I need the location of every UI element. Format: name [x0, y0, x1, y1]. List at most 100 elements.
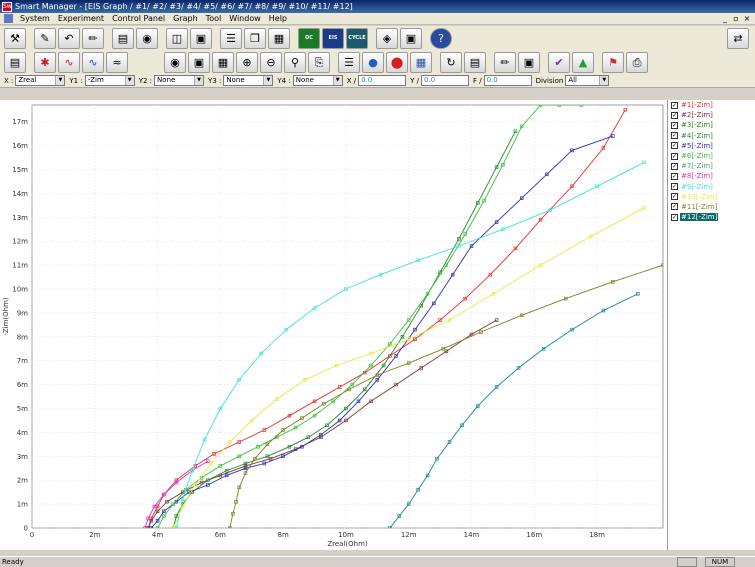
legend-item[interactable]: ✓ #5[-Zim]	[668, 141, 755, 151]
zoom-in-icon[interactable]: ⊕	[236, 51, 258, 73]
y-tick-label: 4m	[17, 429, 28, 437]
rotate-icon[interactable]: ↻	[440, 51, 462, 73]
menu-tool[interactable]: Tool	[202, 13, 226, 25]
y-tick-label: 1m	[17, 501, 28, 509]
panel-icon[interactable]: ◫	[166, 27, 188, 49]
legend-checkbox[interactable]: ✓	[671, 101, 678, 109]
usb-icon[interactable]: ⇄	[727, 27, 749, 49]
menu-system[interactable]: System	[16, 13, 54, 25]
menu-control-panel[interactable]: Control Panel	[108, 13, 169, 25]
x-axis-select[interactable]: Zreal ▼	[15, 75, 66, 86]
legend-item[interactable]: ✓ #1[-Zim]	[668, 100, 755, 110]
y3-axis-label: Y3 :	[208, 76, 222, 85]
chevron-down-icon: ▼	[332, 76, 342, 85]
legend-item[interactable]: ✓ #4[-Zim]	[668, 131, 755, 141]
copy-icon[interactable]: ❐	[244, 27, 266, 49]
legend-checkbox[interactable]: ✓	[671, 203, 678, 211]
legend-label: #4[-Zim]	[681, 131, 713, 140]
legend-item[interactable]: ✓ #2[-Zim]	[668, 110, 755, 120]
edit-icon[interactable]: ✎	[34, 27, 56, 49]
globe-icon[interactable]: ●	[362, 51, 384, 73]
menu-graph[interactable]: Graph	[169, 13, 202, 25]
legend-checkbox[interactable]: ✓	[671, 162, 678, 170]
legend-checkbox[interactable]: ✓	[671, 132, 678, 140]
legend-checkbox[interactable]: ✓	[671, 121, 678, 129]
wave-icon[interactable]: ≈	[106, 51, 128, 73]
restore-icon[interactable]: ▫	[732, 14, 740, 24]
stop-icon[interactable]: ⬤	[386, 51, 408, 73]
legend-item[interactable]: ✓ #11[-Zim]	[668, 202, 755, 212]
pencil-icon[interactable]: ✏	[82, 27, 104, 49]
chart-icon[interactable]: ▤	[112, 27, 134, 49]
y4-axis-select[interactable]: None ▼	[292, 75, 343, 86]
star-icon[interactable]: ✱	[34, 51, 56, 73]
ev-icon[interactable]: ▲	[572, 51, 594, 73]
table-icon[interactable]: ▦	[268, 27, 290, 49]
status-pane	[677, 557, 697, 567]
freq-field[interactable]: 0.0	[483, 75, 532, 86]
legend-checkbox[interactable]: ✓	[671, 172, 678, 180]
palette-icon[interactable]: ◈	[376, 27, 398, 49]
legend-icon[interactable]: ☰	[338, 51, 360, 73]
zoom-box-icon[interactable]: ▦	[212, 51, 234, 73]
legend-item[interactable]: ✓ #9[-Zim]	[668, 182, 755, 192]
y-tick-label: 13m	[12, 214, 28, 222]
legend-checkbox[interactable]: ✓	[671, 213, 678, 221]
window-icon[interactable]: ▣	[190, 27, 212, 49]
legend-item[interactable]: ✓ #12[-Zim]	[668, 212, 755, 222]
menu-experiment[interactable]: Experiment	[54, 13, 108, 25]
legend-checkbox[interactable]: ✓	[671, 142, 678, 150]
y1-axis-select[interactable]: -Zim ▼	[84, 75, 135, 86]
legend-item[interactable]: ✓ #7[-Zim]	[668, 161, 755, 171]
blue-curve-icon[interactable]: ∿	[82, 51, 104, 73]
fit-icon[interactable]: ✔	[548, 51, 570, 73]
undo-icon[interactable]: ↶	[58, 27, 80, 49]
legend-item[interactable]: ✓ #6[-Zim]	[668, 151, 755, 161]
open-icon[interactable]: ▤	[4, 51, 26, 73]
grid-icon[interactable]: ▦	[410, 51, 432, 73]
legend-item[interactable]: ✓ #8[-Zim]	[668, 171, 755, 181]
report-icon[interactable]: ▤	[464, 51, 486, 73]
pen-icon[interactable]: ✏	[494, 51, 516, 73]
help-icon[interactable]: ?	[430, 27, 452, 49]
legend-checkbox[interactable]: ✓	[671, 152, 678, 160]
x-coord-field[interactable]: 0.0	[358, 75, 407, 86]
legend-item[interactable]: ✓ #3[-Zim]	[668, 120, 755, 130]
zoom-out-icon[interactable]: ⊖	[260, 51, 282, 73]
nyquist-chart[interactable]: 0 2m 4m 6m 8m 10m 12m 14m 16m 18m 0 1m 2m 3m 4m 5m 6m 7m 8…	[0, 100, 667, 550]
zoom-fit-icon[interactable]: ▣	[188, 51, 210, 73]
zoom-reset-icon[interactable]: ⚲	[284, 51, 306, 73]
document-icon[interactable]	[4, 14, 13, 23]
y-tick-label: 11m	[12, 262, 28, 270]
legend-checkbox[interactable]: ✓	[671, 183, 678, 191]
glasses-icon[interactable]: ◉	[136, 27, 158, 49]
eis-icon[interactable]: EIS	[322, 27, 344, 49]
eye-icon[interactable]: ◉	[164, 51, 186, 73]
y-coord-field[interactable]: 0.0	[420, 75, 469, 86]
y3-axis-select[interactable]: None ▼	[223, 75, 274, 86]
print-icon[interactable]: ⎙	[626, 51, 648, 73]
export-icon[interactable]: ⎘	[308, 51, 330, 73]
plot-area[interactable]: 0 2m 4m 6m 8m 10m 12m 14m 16m 18m 0 1m 2m 3m 4m 5m 6m 7m 8…	[0, 100, 667, 550]
legend-label: #5[-Zim]	[681, 141, 713, 150]
y4-axis-value: None	[295, 76, 314, 84]
division-select[interactable]: All ▼	[565, 75, 610, 86]
legend-item[interactable]: ✓ #10[-Zim]	[668, 192, 755, 202]
menu-help[interactable]: Help	[265, 13, 291, 25]
close-icon[interactable]: ×	[743, 14, 751, 24]
red-curve-icon[interactable]: ∿	[58, 51, 80, 73]
dc-icon[interactable]: DC	[298, 27, 320, 49]
legend-checkbox[interactable]: ✓	[671, 111, 678, 119]
list-icon[interactable]: ☰	[220, 27, 242, 49]
save-icon[interactable]: ▣	[518, 51, 540, 73]
cycle-icon[interactable]: CYCLE	[346, 27, 368, 49]
minimize-icon[interactable]: _	[721, 14, 729, 24]
book-icon[interactable]: ▣	[400, 27, 422, 49]
menu-window[interactable]: Window	[225, 13, 265, 25]
chevron-down-icon: ▼	[194, 76, 204, 85]
marker-icon[interactable]: ⚑	[602, 51, 624, 73]
y2-axis-select[interactable]: None ▼	[154, 75, 205, 86]
tools-icon[interactable]: ⚒	[4, 27, 26, 49]
status-bar: Ready NUM	[0, 556, 755, 567]
legend-checkbox[interactable]: ✓	[671, 193, 678, 201]
